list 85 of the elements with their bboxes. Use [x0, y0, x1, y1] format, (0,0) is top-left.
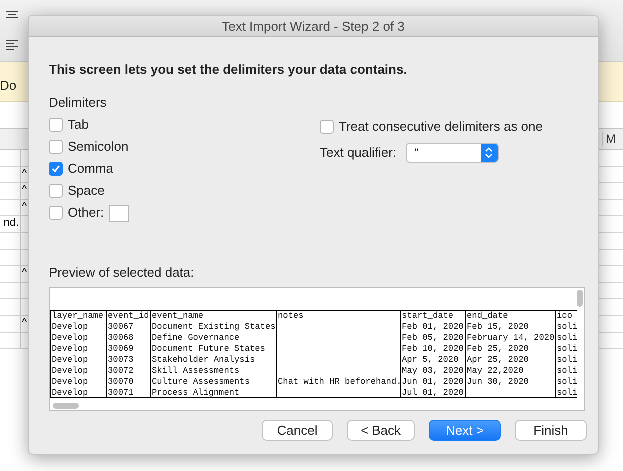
- table-cell: Skill Assessments: [152, 366, 240, 376]
- table-cell: soli: [557, 333, 577, 343]
- input-field[interactable]: [109, 204, 130, 222]
- scrollbar-thumb[interactable]: [53, 402, 79, 409]
- align-left-icon[interactable]: [6, 40, 18, 50]
- table-cell: Develop: [52, 388, 88, 398]
- table-cell: 30070: [108, 377, 134, 387]
- table-cell: Feb 15, 2020: [467, 322, 529, 332]
- checkbox[interactable]: [320, 120, 334, 134]
- column-heading: event_name: [150, 311, 276, 322]
- table-cell: Apr 25, 2020: [467, 355, 529, 365]
- table-cell: Feb 01, 2020: [402, 322, 464, 332]
- table-cell: 30071: [108, 388, 134, 398]
- checkbox-label: Other:: [68, 205, 104, 221]
- column-heading: end_date: [465, 311, 555, 322]
- checkbox[interactable]: [49, 140, 63, 154]
- cell-text: ^: [22, 316, 28, 329]
- table-cell: Document Existing States: [152, 322, 276, 332]
- table-cell: 30073: [108, 355, 134, 365]
- checkbox-label: Comma: [68, 161, 114, 177]
- column-header: M: [602, 132, 623, 146]
- table-cell: Develop: [52, 333, 88, 343]
- column-heading: start_date: [400, 311, 465, 322]
- checkbox-label: Tab: [68, 117, 89, 133]
- table-cell: Chat with HR beforehand.: [278, 377, 400, 387]
- instruction-text: This screen lets you set the delimiters your data contains.: [49, 62, 408, 77]
- table-cell: soli: [557, 366, 577, 376]
- table-cell: Develop: [52, 355, 88, 365]
- dialog-button[interactable]: Cancel: [262, 420, 333, 441]
- table-cell: Develop: [52, 322, 88, 332]
- checkmark-icon: [51, 164, 61, 174]
- qualifier-select[interactable]: ": [406, 143, 499, 163]
- checkbox[interactable]: [49, 118, 63, 132]
- table-cell: soli: [557, 377, 577, 387]
- table-cell: soli: [557, 388, 577, 398]
- dialog-button[interactable]: Finish: [515, 420, 587, 441]
- table-cell: Feb 05, 2020: [402, 333, 464, 343]
- field-label: Text qualifier:: [320, 145, 397, 161]
- table-cell: Culture Assessments: [152, 377, 250, 387]
- cell-text: ^: [22, 168, 28, 180]
- align-center-icon[interactable]: [6, 10, 18, 19]
- table-cell: 30068: [108, 333, 134, 343]
- table-cell: May 03, 2020: [402, 366, 464, 376]
- cell-text: ^: [22, 267, 28, 280]
- table-cell: 30069: [108, 344, 134, 354]
- table-cell: soli: [557, 355, 577, 365]
- table-cell: Stakeholder Analysis: [152, 355, 256, 365]
- checkbox[interactable]: [49, 206, 63, 220]
- table-cell: Document Future States: [152, 344, 266, 354]
- section-label: Delimiters: [49, 95, 108, 111]
- table-cell: 30067: [108, 322, 134, 332]
- column-heading: notes: [276, 311, 400, 322]
- checkbox-label: Space: [68, 183, 105, 199]
- table-cell: 30072: [108, 366, 134, 376]
- checkbox-label: Treat consecutive delimiters as one: [339, 119, 544, 135]
- table-cell: Define Governance: [152, 333, 240, 343]
- column-heading: ico: [555, 311, 577, 322]
- column-heading: event_id: [106, 311, 150, 322]
- table-cell: Apr 5, 2020: [402, 355, 459, 365]
- banner-text: Do: [0, 78, 17, 93]
- table-cell: May 22,2020: [467, 366, 524, 376]
- table-cell: Process Alignment: [152, 388, 240, 398]
- checkbox-label: Semicolon: [68, 139, 129, 155]
- table-cell: Jun 30, 2020: [467, 377, 529, 387]
- table-cell: Jul 01, 2020: [402, 388, 464, 398]
- table-cell: soli: [557, 322, 577, 332]
- checkbox[interactable]: [49, 162, 63, 176]
- checkbox[interactable]: [49, 184, 63, 198]
- cell-text: ^: [22, 184, 28, 196]
- table-cell: Develop: [52, 377, 88, 387]
- column-heading: layer_name: [50, 311, 106, 322]
- table-cell: Develop: [52, 366, 88, 376]
- cell-text: ^: [22, 200, 28, 213]
- table-cell: Feb 10, 2020: [402, 344, 464, 354]
- table-cell: February 14, 2020: [467, 333, 555, 343]
- cell-text: nd.: [4, 216, 19, 232]
- table-cell: soli: [557, 344, 577, 354]
- table-cell: Jun 01, 2020: [402, 377, 464, 387]
- table-cell: Feb 25, 2020: [467, 344, 529, 354]
- table-cell: Develop: [52, 344, 88, 354]
- window-title: Text Import Wizard - Step 2 of 3: [222, 18, 405, 34]
- stepper-icon: [480, 144, 498, 162]
- dialog-button[interactable]: < Back: [347, 420, 415, 441]
- preview-label: Preview of selected data:: [49, 265, 196, 280]
- scrollbar-thumb[interactable]: [577, 290, 583, 307]
